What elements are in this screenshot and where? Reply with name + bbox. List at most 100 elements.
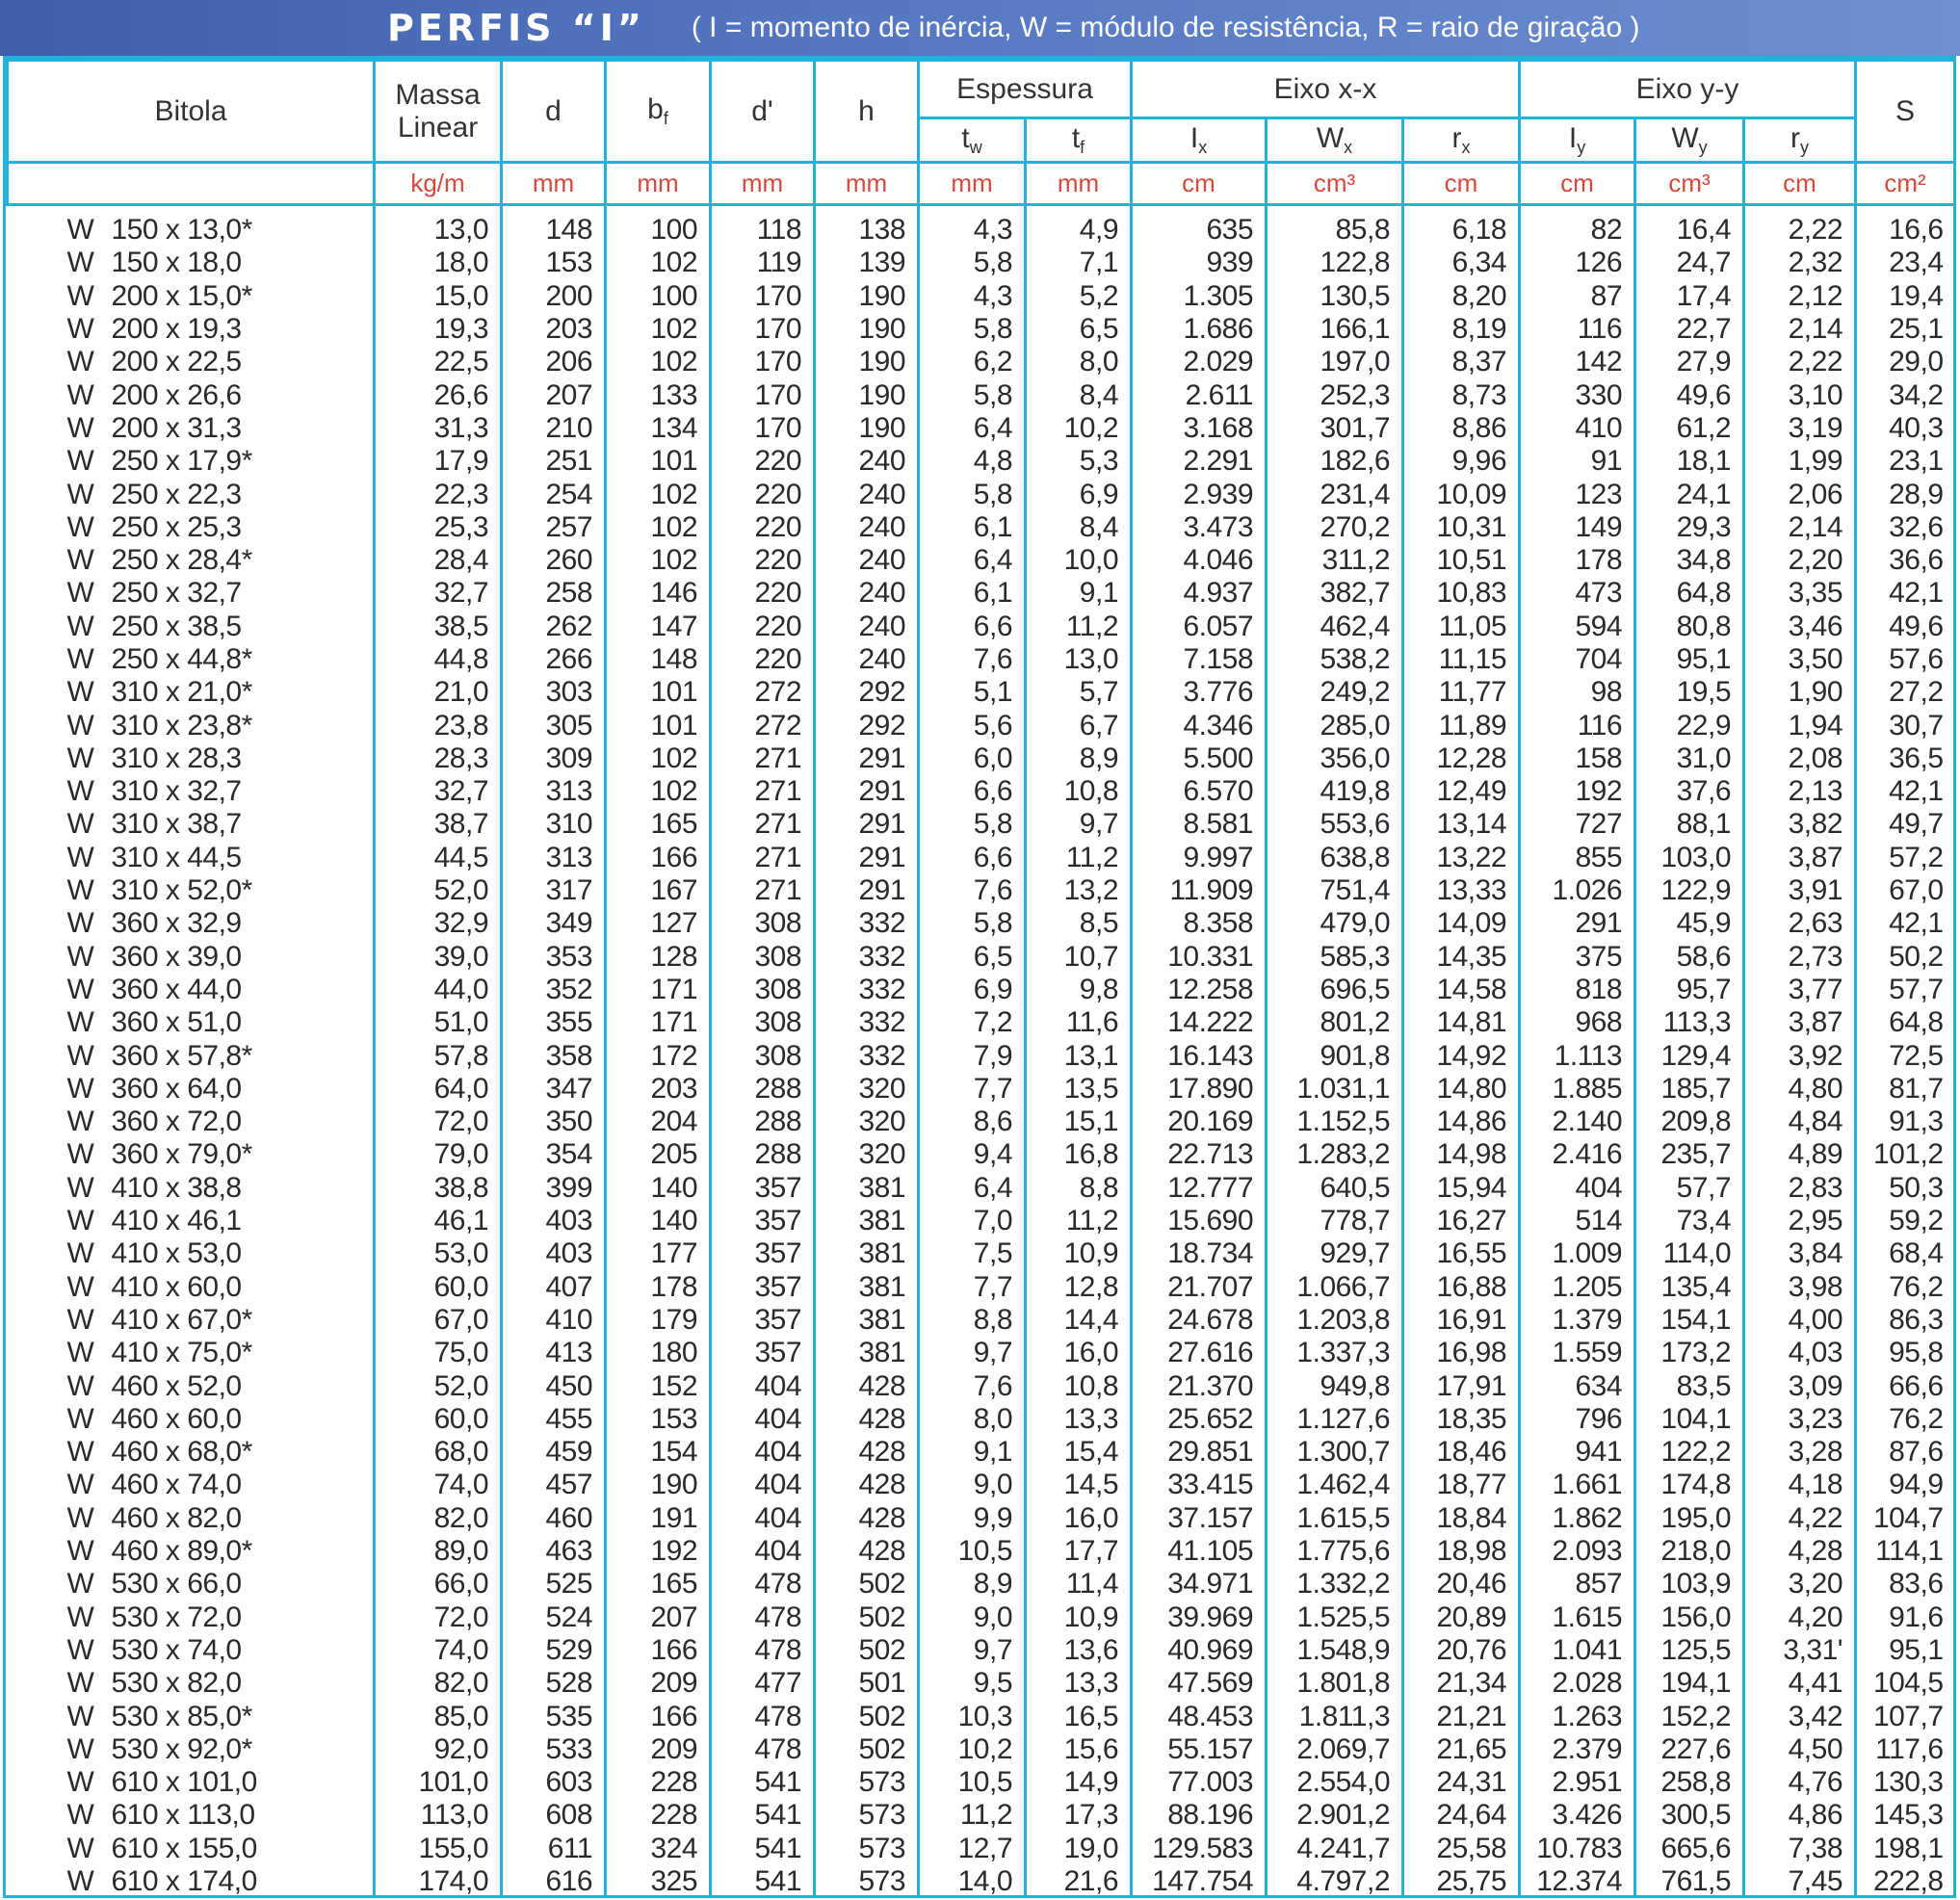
cell-iy: 1.559 bbox=[1518, 1337, 1635, 1370]
cell-rx: 21,21 bbox=[1401, 1700, 1520, 1733]
cell-bf: 325 bbox=[604, 1864, 711, 1899]
cell-ix: 129.583 bbox=[1130, 1832, 1267, 1865]
cell-rx: 18,98 bbox=[1401, 1534, 1520, 1569]
cell-wy: 19,5 bbox=[1633, 676, 1744, 710]
cell-rx: 13,33 bbox=[1401, 873, 1520, 908]
cell-rx: 16,55 bbox=[1401, 1237, 1520, 1271]
cell-designation: 530 x 92,0* bbox=[111, 1732, 253, 1765]
cell-wx: 270,2 bbox=[1265, 510, 1403, 544]
cell-s: 25,1 bbox=[1854, 312, 1955, 347]
cell-type: W bbox=[66, 907, 94, 940]
cell-s: 91,3 bbox=[1854, 1106, 1955, 1139]
cell-wy: 135,4 bbox=[1633, 1270, 1744, 1304]
cell-h: 428 bbox=[813, 1501, 919, 1535]
cell-type: W bbox=[66, 313, 94, 346]
cell-wx: 1.548,9 bbox=[1265, 1633, 1403, 1668]
cell-bf: 102 bbox=[604, 775, 711, 809]
cell-tf: 11,2 bbox=[1024, 610, 1132, 643]
cell-s: 68,4 bbox=[1854, 1237, 1955, 1271]
cell-wy: 114,0 bbox=[1633, 1237, 1744, 1271]
cell-ry: 2,13 bbox=[1742, 775, 1856, 809]
cell-ix: 25.652 bbox=[1130, 1402, 1267, 1436]
cell-designation: 360 x 44,0 bbox=[111, 973, 243, 1005]
cell-bf: 204 bbox=[604, 1106, 711, 1139]
cell-type: W bbox=[66, 610, 94, 642]
cell-h: 428 bbox=[813, 1369, 919, 1403]
unit-cell: mm bbox=[500, 161, 608, 206]
cell-ry: 3,84 bbox=[1742, 1237, 1856, 1271]
table-row: W 310 x 28,3 28,3 309 102 271 291 6,0 8,9 5.500 35… bbox=[8, 742, 1955, 776]
cell-rx: 21,65 bbox=[1401, 1732, 1520, 1766]
cell-designation: 460 x 74,0 bbox=[111, 1469, 243, 1501]
unit-cell: mm bbox=[709, 161, 817, 206]
cell-tf: 11,6 bbox=[1024, 1006, 1132, 1040]
cell-rx: 8,37 bbox=[1401, 346, 1520, 379]
cell-d-prime: 119 bbox=[709, 247, 815, 280]
cell-ix: 16.143 bbox=[1130, 1039, 1267, 1073]
cell-linear-mass: 66,0 bbox=[373, 1568, 502, 1601]
cell-d-prime: 541 bbox=[709, 1864, 815, 1899]
cell-wx: 4.241,7 bbox=[1265, 1832, 1403, 1865]
cell-tf: 8,4 bbox=[1024, 510, 1132, 544]
cell-tf: 6,7 bbox=[1024, 709, 1132, 742]
cell-d: 349 bbox=[500, 907, 606, 941]
cell-ry: 2,22 bbox=[1742, 346, 1856, 379]
header-d-prime: d' bbox=[709, 59, 817, 164]
cell-designation: 200 x 22,5 bbox=[111, 346, 243, 378]
cell-ix: 88.196 bbox=[1130, 1799, 1267, 1833]
cell-ry: 4,80 bbox=[1742, 1072, 1856, 1106]
unit-cell: cm³ bbox=[1633, 161, 1746, 206]
cell-d-prime: 288 bbox=[709, 1138, 815, 1172]
cell-designation: 310 x 44,5 bbox=[111, 841, 243, 873]
cell-tw: 5,8 bbox=[917, 378, 1026, 412]
cell-d: 203 bbox=[500, 312, 606, 347]
cell-iy: 1.862 bbox=[1518, 1501, 1635, 1535]
cell-tf: 17,3 bbox=[1024, 1799, 1132, 1833]
cell-tw: 7,6 bbox=[917, 1369, 1026, 1403]
cell-rx: 12,28 bbox=[1401, 742, 1520, 776]
cell-wy: 31,0 bbox=[1633, 742, 1744, 776]
table-row: W 460 x 60,0 60,0 455 153 404 428 8,0 13,3 25.652… bbox=[8, 1402, 1955, 1436]
cell-d-prime: 271 bbox=[709, 742, 815, 776]
cell-h: 502 bbox=[813, 1700, 919, 1733]
cell-d-prime: 478 bbox=[709, 1700, 815, 1733]
cell-rx: 6,18 bbox=[1401, 204, 1520, 247]
cell-tw: 5,8 bbox=[917, 808, 1026, 842]
cell-iy: 126 bbox=[1518, 247, 1635, 280]
cell-d: 535 bbox=[500, 1700, 606, 1733]
cell-iy: 855 bbox=[1518, 841, 1635, 874]
cell-s: 16,6 bbox=[1854, 204, 1955, 247]
cell-wy: 174,8 bbox=[1633, 1469, 1744, 1502]
cell-d: 153 bbox=[500, 247, 606, 280]
cell-wy: 37,6 bbox=[1633, 775, 1744, 809]
cell-d-prime: 271 bbox=[709, 873, 815, 908]
cell-linear-mass: 113,0 bbox=[373, 1799, 502, 1833]
cell-tf: 10,7 bbox=[1024, 940, 1132, 974]
cell-ix: 29.851 bbox=[1130, 1435, 1267, 1470]
cell-type: W bbox=[66, 1799, 94, 1832]
cell-tf: 13,2 bbox=[1024, 873, 1132, 908]
cell-ry: 4,00 bbox=[1742, 1303, 1856, 1338]
cell-rx: 8,73 bbox=[1401, 378, 1520, 412]
cell-ix: 20.169 bbox=[1130, 1106, 1267, 1139]
cell-d-prime: 170 bbox=[709, 346, 815, 379]
cell-d-prime: 404 bbox=[709, 1402, 815, 1436]
cell-h: 573 bbox=[813, 1765, 919, 1800]
cell-h: 502 bbox=[813, 1732, 919, 1766]
cell-type: W bbox=[66, 775, 94, 808]
cell-wy: 27,9 bbox=[1633, 346, 1744, 379]
cell-h: 291 bbox=[813, 742, 919, 776]
cell-s: 67,0 bbox=[1854, 873, 1955, 908]
cell-rx: 20,46 bbox=[1401, 1568, 1520, 1601]
cell-iy: 634 bbox=[1518, 1369, 1635, 1403]
cell-bf: 152 bbox=[604, 1369, 711, 1403]
table-row: W 460 x 82,0 82,0 460 191 404 428 9,9 16,0 37.157… bbox=[8, 1501, 1955, 1535]
cell-h: 381 bbox=[813, 1171, 919, 1205]
cell-type: W bbox=[66, 1469, 94, 1501]
cell-tw: 9,5 bbox=[917, 1667, 1026, 1701]
cell-ry: 2,08 bbox=[1742, 742, 1856, 776]
cell-wy: 195,0 bbox=[1633, 1501, 1744, 1535]
cell-rx: 6,34 bbox=[1401, 247, 1520, 280]
table-row: W 460 x 74,0 74,0 457 190 404 428 9,0 14,5 33.415… bbox=[8, 1469, 1955, 1502]
cell-d: 354 bbox=[500, 1138, 606, 1172]
